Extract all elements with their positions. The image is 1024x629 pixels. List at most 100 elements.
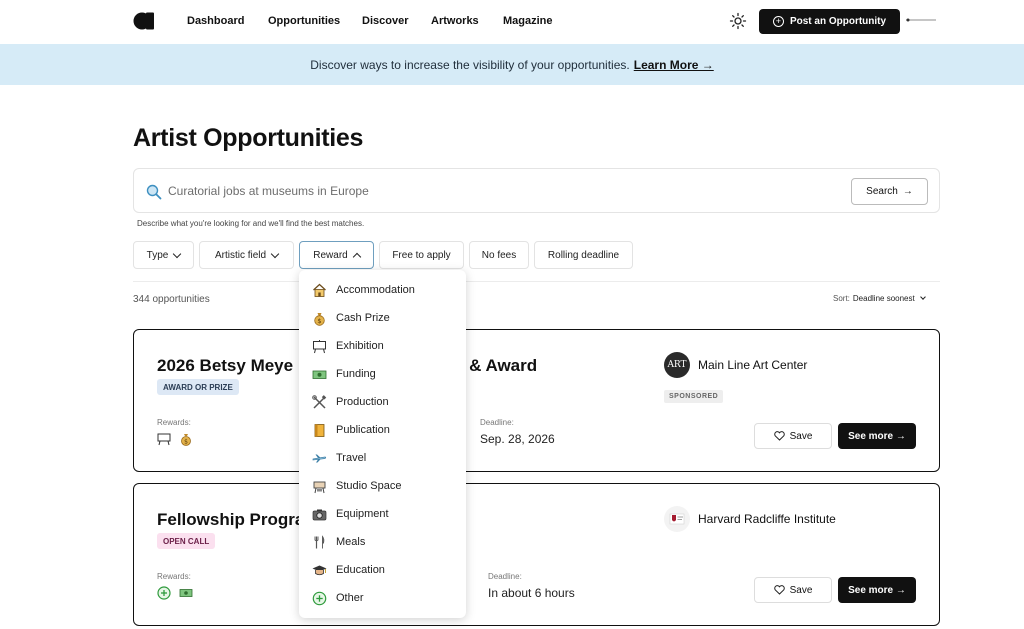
reward-option-label: Cash Prize — [336, 312, 390, 324]
filter-rolling-deadline[interactable]: Rolling deadline — [534, 241, 633, 269]
reward-option-label: Other — [336, 592, 364, 604]
filter-reward[interactable]: Reward — [299, 241, 374, 269]
arrow-right-icon: → — [902, 186, 913, 197]
sort-dropdown[interactable]: Sort: Deadline soonest — [833, 294, 926, 303]
filter-type[interactable]: Type — [133, 241, 194, 269]
avatar[interactable] — [906, 16, 936, 24]
search-hint: Describe what you're looking for and we'… — [137, 219, 365, 228]
deadline-label: Deadline: — [488, 572, 522, 581]
rewards-label: Rewards: — [157, 572, 191, 581]
sponsored-badge: SPONSORED — [664, 390, 724, 403]
filter-free-to-apply[interactable]: Free to apply — [379, 241, 464, 269]
opportunity-card[interactable]: 2026 Betsy Meye n & Award AWARD OR PRIZE… — [133, 329, 940, 472]
search-input[interactable] — [168, 178, 768, 204]
reward-option-label: Publication — [336, 424, 390, 436]
reward-option-label: Education — [336, 564, 385, 576]
svg-text:$: $ — [184, 438, 188, 445]
org-logo: ART — [664, 352, 690, 378]
post-opportunity-button[interactable]: + Post an Opportunity — [759, 9, 900, 34]
heart-icon — [773, 585, 785, 595]
card-title-tail: n & Award — [454, 356, 538, 375]
organization[interactable]: ART Main Line Art Center — [664, 352, 807, 378]
reward-option-label: Accommodation — [336, 284, 415, 296]
banner-text: Discover ways to increase the visibility… — [310, 57, 630, 72]
filter-type-label: Type — [146, 249, 169, 261]
promo-banner: Discover ways to increase the visibility… — [0, 44, 1024, 85]
camera-icon — [312, 509, 327, 520]
organization[interactable]: Harvard Radcliffe Institute — [664, 506, 836, 532]
filter-artistic-field[interactable]: Artistic field — [199, 241, 294, 269]
heart-icon — [773, 431, 785, 441]
chevron-down-icon — [173, 249, 182, 258]
graduation-cap-icon — [312, 565, 327, 575]
reward-option-label: Equipment — [336, 508, 389, 520]
plus-circle-icon — [312, 591, 327, 605]
learn-more-link[interactable]: Learn More → — [634, 58, 714, 72]
reward-option-travel[interactable]: Travel — [299, 444, 466, 472]
easel-icon — [157, 433, 171, 446]
see-more-button[interactable]: See more → — [838, 423, 916, 449]
category-badge: AWARD OR PRIZE — [157, 379, 239, 395]
reward-icons — [157, 586, 193, 600]
search-button[interactable]: Search → — [851, 178, 928, 205]
banknote-icon — [179, 589, 193, 597]
money-bag-icon: $ — [314, 312, 325, 326]
reward-option-other[interactable]: Other — [299, 584, 466, 612]
reward-option-equipment[interactable]: Equipment — [299, 500, 466, 528]
svg-text:$: $ — [317, 317, 321, 325]
sun-icon[interactable] — [729, 12, 747, 30]
card-title[interactable]: Fellowship Progra — [157, 510, 304, 530]
reward-option-studio-space[interactable]: Studio Space — [299, 472, 466, 500]
results-count: 344 opportunities — [133, 294, 210, 305]
chevron-down-icon — [919, 294, 926, 300]
sort-value: Deadline soonest — [852, 294, 915, 303]
money-bag-icon: $ — [181, 434, 191, 446]
org-name: Main Line Art Center — [698, 358, 808, 372]
chevron-down-icon — [270, 249, 280, 258]
nav-magazine[interactable]: Magazine — [503, 15, 553, 27]
category-badge: OPEN CALL — [157, 533, 216, 549]
shield-icon — [664, 506, 690, 532]
studio-icon — [313, 481, 326, 493]
see-more-button[interactable]: See more → — [838, 577, 916, 603]
save-label: Save — [789, 584, 813, 596]
divider — [133, 281, 940, 282]
nav-discover[interactable]: Discover — [362, 15, 408, 27]
post-opportunity-label: Post an Opportunity — [789, 16, 887, 27]
card-title[interactable]: 2026 Betsy Meye — [157, 356, 293, 376]
reward-option-education[interactable]: Education — [299, 556, 466, 584]
nav-opportunities[interactable]: Opportunities — [268, 15, 340, 27]
reward-option-exhibition[interactable]: Exhibition — [299, 332, 466, 360]
reward-option-funding[interactable]: Funding — [299, 360, 466, 388]
filter-artistic-field-label: Artistic field — [214, 249, 267, 261]
reward-option-label: Funding — [336, 368, 376, 380]
plus-circle-icon — [157, 586, 171, 600]
reward-option-label: Travel — [336, 452, 367, 464]
reward-dropdown-menu: Accommodation $ Cash Prize Exhibition Fu… — [299, 270, 466, 618]
reward-option-label: Exhibition — [336, 340, 384, 352]
circle-a-logo[interactable] — [133, 12, 155, 30]
deadline-value: Sep. 28, 2026 — [480, 432, 555, 446]
nav-dashboard[interactable]: Dashboard — [187, 15, 244, 27]
reward-option-label: Production — [336, 396, 389, 408]
rewards-label: Rewards: — [157, 418, 191, 427]
opportunity-card[interactable]: Fellowship Progra OPEN CALL Rewards: Dea… — [133, 483, 940, 626]
filter-reward-label: Reward — [313, 249, 348, 261]
save-label: Save — [789, 430, 813, 442]
search-button-label: Search — [866, 186, 898, 197]
org-name: Harvard Radcliffe Institute — [698, 512, 836, 526]
airplane-icon — [312, 454, 327, 462]
house-icon — [313, 283, 326, 297]
reward-option-meals[interactable]: Meals — [299, 528, 466, 556]
deadline-label: Deadline: — [480, 418, 514, 427]
plus-circle-icon: + — [772, 16, 784, 27]
nav-artworks[interactable]: Artworks — [431, 15, 479, 27]
save-button[interactable]: Save — [754, 577, 832, 603]
book-icon — [314, 423, 325, 437]
save-button[interactable]: Save — [754, 423, 832, 449]
reward-option-publication[interactable]: Publication — [299, 416, 466, 444]
reward-option-cash-prize[interactable]: $ Cash Prize — [299, 304, 466, 332]
reward-option-accommodation[interactable]: Accommodation — [299, 276, 466, 304]
filter-no-fees[interactable]: No fees — [469, 241, 529, 269]
reward-option-production[interactable]: Production — [299, 388, 466, 416]
